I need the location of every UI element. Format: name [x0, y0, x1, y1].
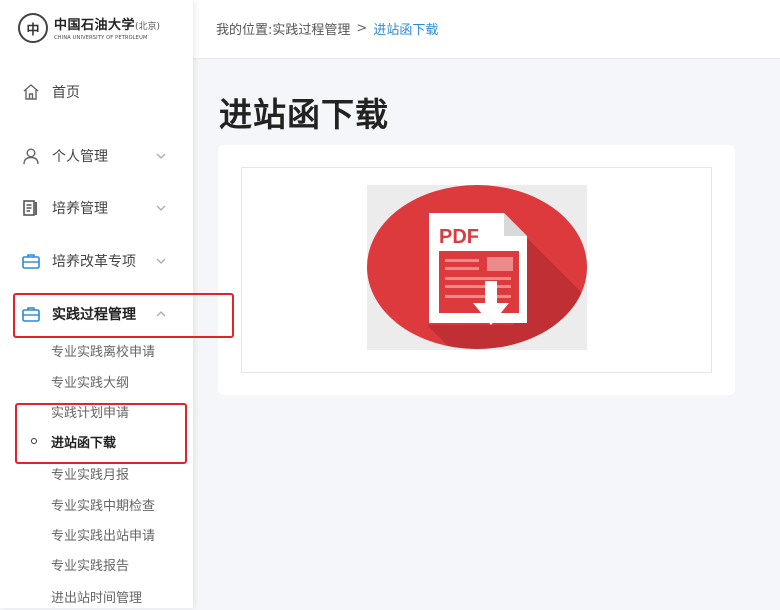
university-emblem-icon: 中 — [18, 13, 48, 43]
content-card: PDF — [218, 145, 735, 395]
top-bar: 我的位置: 实践过程管理 > 进站函下载 — [193, 0, 780, 59]
breadcrumb: 我的位置: 实践过程管理 > 进站函下载 — [216, 19, 438, 38]
submenu-item-monthly-report[interactable]: 专业实践月报 — [0, 459, 193, 487]
submenu-item-label: 专业实践月报 — [51, 467, 130, 483]
briefcase-icon — [22, 254, 40, 269]
submenu-item-label: 实践计划申请 — [51, 405, 130, 421]
chevron-down-icon — [156, 205, 166, 211]
submenu-item-label: 专业实践中期检查 — [51, 498, 156, 514]
submenu-item-label: 专业实践出站申请 — [51, 528, 156, 544]
logo-name-en: CHINA UNIVERSITY OF PETROLEUM — [54, 34, 148, 41]
briefcase-icon — [22, 307, 40, 322]
sidebar-item-home[interactable]: 首页 — [0, 72, 193, 112]
submenu-item-label: 专业实践大纲 — [51, 375, 130, 391]
sidebar-item-label: 培养管理 — [52, 201, 108, 217]
pdf-download-button[interactable]: PDF — [367, 185, 587, 350]
submenu-item-entry-exit-time[interactable]: 进出站时间管理 — [0, 582, 193, 610]
pdf-label: PDF — [439, 226, 479, 248]
person-icon — [23, 148, 39, 165]
chevron-down-icon — [156, 258, 166, 264]
submenu-item-label: 进站函下载 — [51, 435, 117, 451]
logo-name-cn: 中国石油大学 — [54, 17, 136, 33]
submenu-item-plan-application[interactable]: 实践计划申请 — [0, 397, 193, 425]
sidebar-item-label: 实践过程管理 — [52, 307, 136, 323]
submenu-item-entry-letter-download[interactable]: 进站函下载 — [0, 427, 193, 455]
breadcrumb-separator: > — [356, 21, 368, 36]
active-dot-icon — [31, 438, 37, 444]
submenu-item-label: 专业实践报告 — [51, 558, 130, 574]
sidebar-item-label: 首页 — [52, 85, 80, 101]
submenu-item-label: 专业实践离校申请 — [51, 344, 156, 360]
breadcrumb-current: 进站函下载 — [373, 23, 439, 38]
sidebar-item-practice-process[interactable]: 实践过程管理 — [0, 294, 193, 334]
home-icon — [23, 84, 39, 100]
page-title: 进站函下载 — [219, 95, 389, 134]
submenu-item-exit-application[interactable]: 专业实践出站申请 — [0, 520, 193, 548]
sidebar-item-reform[interactable]: 培养改革专项 — [0, 241, 193, 281]
logo-name-suffix: (北京) — [135, 21, 161, 32]
document-icon — [23, 200, 37, 216]
chevron-up-icon — [156, 311, 166, 317]
logo-text: 中国石油大学(北京) CHINA UNIVERSITY OF PETROLEUM — [54, 16, 160, 41]
submenu-item-leave-application[interactable]: 专业实践离校申请 — [0, 336, 193, 364]
pdf-download-icon: PDF — [367, 185, 587, 349]
submenu-item-syllabus[interactable]: 专业实践大纲 — [0, 367, 193, 395]
chevron-down-icon — [156, 153, 166, 159]
breadcrumb-prefix: 我的位置: — [216, 23, 273, 38]
sidebar: 中 中国石油大学(北京) CHINA UNIVERSITY OF PETROLE… — [0, 0, 193, 608]
submenu-item-label: 进出站时间管理 — [51, 590, 143, 606]
submenu-item-midterm-check[interactable]: 专业实践中期检查 — [0, 490, 193, 518]
sidebar-item-training[interactable]: 培养管理 — [0, 188, 193, 228]
sidebar-item-personal[interactable]: 个人管理 — [0, 136, 193, 176]
sidebar-item-label: 培养改革专项 — [52, 254, 136, 270]
sidebar-item-label: 个人管理 — [52, 149, 108, 165]
university-logo[interactable]: 中 中国石油大学(北京) CHINA UNIVERSITY OF PETROLE… — [18, 10, 160, 46]
file-frame: PDF — [241, 167, 712, 373]
breadcrumb-parent[interactable]: 实践过程管理 — [272, 19, 350, 38]
submenu-item-practice-report[interactable]: 专业实践报告 — [0, 550, 193, 578]
